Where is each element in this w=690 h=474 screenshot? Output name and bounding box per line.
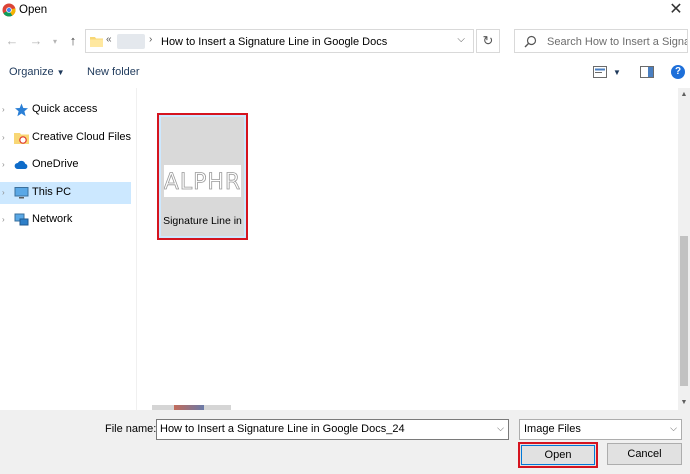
navigation-bar: ← → ▾ ↑ « › How to Insert a Signature Li… bbox=[0, 27, 690, 55]
file-name-label: File name: bbox=[105, 423, 157, 435]
thumbnail-text: ALPHR bbox=[164, 170, 241, 195]
sidebar-item-label: Network bbox=[32, 213, 73, 225]
file-thumbnail: ALPHR bbox=[164, 165, 241, 197]
expand-chevron-icon[interactable]: › bbox=[2, 215, 5, 224]
open-button-highlight: Open bbox=[518, 442, 598, 468]
view-mode-icon[interactable] bbox=[593, 66, 607, 78]
recent-locations-chevron-icon[interactable]: ▾ bbox=[47, 34, 63, 50]
file-name-input[interactable]: How to Insert a Signature Line in Google… bbox=[156, 419, 509, 440]
up-arrow-icon[interactable]: ↑ bbox=[65, 33, 81, 49]
creative-cloud-folder-icon bbox=[14, 133, 29, 144]
chrome-app-icon bbox=[2, 3, 16, 17]
forward-arrow-icon[interactable]: → bbox=[28, 33, 44, 49]
search-placeholder: Search How to Insert a Signa... bbox=[547, 36, 687, 48]
sidebar-item-quick-access[interactable]: › Quick access bbox=[0, 99, 131, 121]
view-options-caret-icon[interactable]: ▼ bbox=[613, 68, 621, 77]
close-icon[interactable]: ✕ bbox=[666, 1, 686, 19]
sidebar-item-label: Quick access bbox=[32, 103, 98, 115]
sidebar-item-onedrive[interactable]: › OneDrive bbox=[0, 154, 131, 176]
organize-label: Organize bbox=[9, 66, 54, 78]
cancel-button[interactable]: Cancel bbox=[607, 443, 682, 465]
expand-chevron-icon[interactable]: › bbox=[2, 133, 5, 142]
expand-chevron-icon[interactable]: › bbox=[2, 188, 5, 197]
help-icon[interactable]: ? bbox=[671, 65, 685, 79]
file-item-background: ALPHR Signature Line in bbox=[161, 117, 244, 236]
star-icon bbox=[15, 103, 28, 117]
sidebar-item-label: Creative Cloud Files bbox=[32, 131, 132, 143]
file-name-label: Signature Line in bbox=[163, 215, 242, 227]
file-type-select[interactable]: Image Files ⌵ bbox=[519, 419, 682, 440]
file-type-dropdown-icon[interactable]: ⌵ bbox=[670, 423, 677, 434]
sidebar-item-creative-cloud-files[interactable]: › Creative Cloud Files bbox=[0, 127, 131, 149]
address-dropdown-icon[interactable]: ⌵ bbox=[457, 34, 465, 45]
new-folder-button[interactable]: New folder bbox=[87, 66, 140, 78]
breadcrumb-chevron-icon[interactable]: › bbox=[149, 34, 152, 45]
navigation-pane: › Quick access › Creative Cloud Files › … bbox=[0, 88, 137, 410]
sidebar-item-label: This PC bbox=[32, 186, 72, 198]
scroll-down-arrow-icon[interactable]: ▼ bbox=[678, 396, 690, 410]
preview-pane-icon[interactable] bbox=[640, 66, 654, 78]
organize-caret-icon: ▼ bbox=[56, 68, 65, 77]
breadcrumb-current-folder[interactable]: How to Insert a Signature Line in Google… bbox=[161, 36, 387, 48]
bottom-panel: File name: How to Insert a Signature Lin… bbox=[0, 410, 690, 474]
organize-menu[interactable]: Organize ▼ bbox=[9, 66, 65, 78]
scrollbar-thumb[interactable] bbox=[680, 236, 688, 386]
address-overflow[interactable]: « bbox=[106, 34, 112, 45]
file-item[interactable]: ALPHR Signature Line in bbox=[157, 113, 248, 240]
expand-chevron-icon[interactable]: › bbox=[2, 105, 5, 114]
scroll-up-arrow-icon[interactable]: ▲ bbox=[678, 88, 690, 102]
file-type-value: Image Files bbox=[524, 423, 581, 435]
open-button[interactable]: Open bbox=[521, 445, 595, 465]
network-icon bbox=[14, 213, 29, 226]
expand-chevron-icon[interactable]: › bbox=[2, 160, 5, 169]
command-toolbar: Organize ▼ New folder ▼ ? bbox=[0, 60, 690, 86]
refresh-button[interactable]: ↻ bbox=[476, 29, 500, 53]
back-arrow-icon[interactable]: ← bbox=[4, 33, 20, 49]
computer-icon bbox=[14, 187, 29, 199]
search-box[interactable]: Search How to Insert a Signa... bbox=[514, 29, 688, 53]
address-bar[interactable]: « › How to Insert a Signature Line in Go… bbox=[85, 29, 474, 53]
window-title: Open bbox=[19, 4, 48, 16]
sidebar-item-network[interactable]: › Network bbox=[0, 209, 131, 231]
search-icon bbox=[524, 35, 537, 48]
sidebar-item-this-pc[interactable]: › This PC bbox=[0, 182, 131, 204]
vertical-scrollbar[interactable]: ▲ ▼ bbox=[678, 88, 690, 410]
cloud-icon bbox=[14, 160, 28, 169]
blurred-path-segment bbox=[117, 34, 145, 49]
title-bar: Open ✕ bbox=[0, 0, 690, 22]
file-name-value: How to Insert a Signature Line in Google… bbox=[160, 423, 405, 435]
sidebar-item-label: OneDrive bbox=[32, 158, 79, 170]
refresh-icon: ↻ bbox=[482, 33, 494, 48]
file-name-dropdown-icon[interactable]: ⌵ bbox=[497, 423, 504, 434]
folder-icon bbox=[90, 37, 103, 47]
